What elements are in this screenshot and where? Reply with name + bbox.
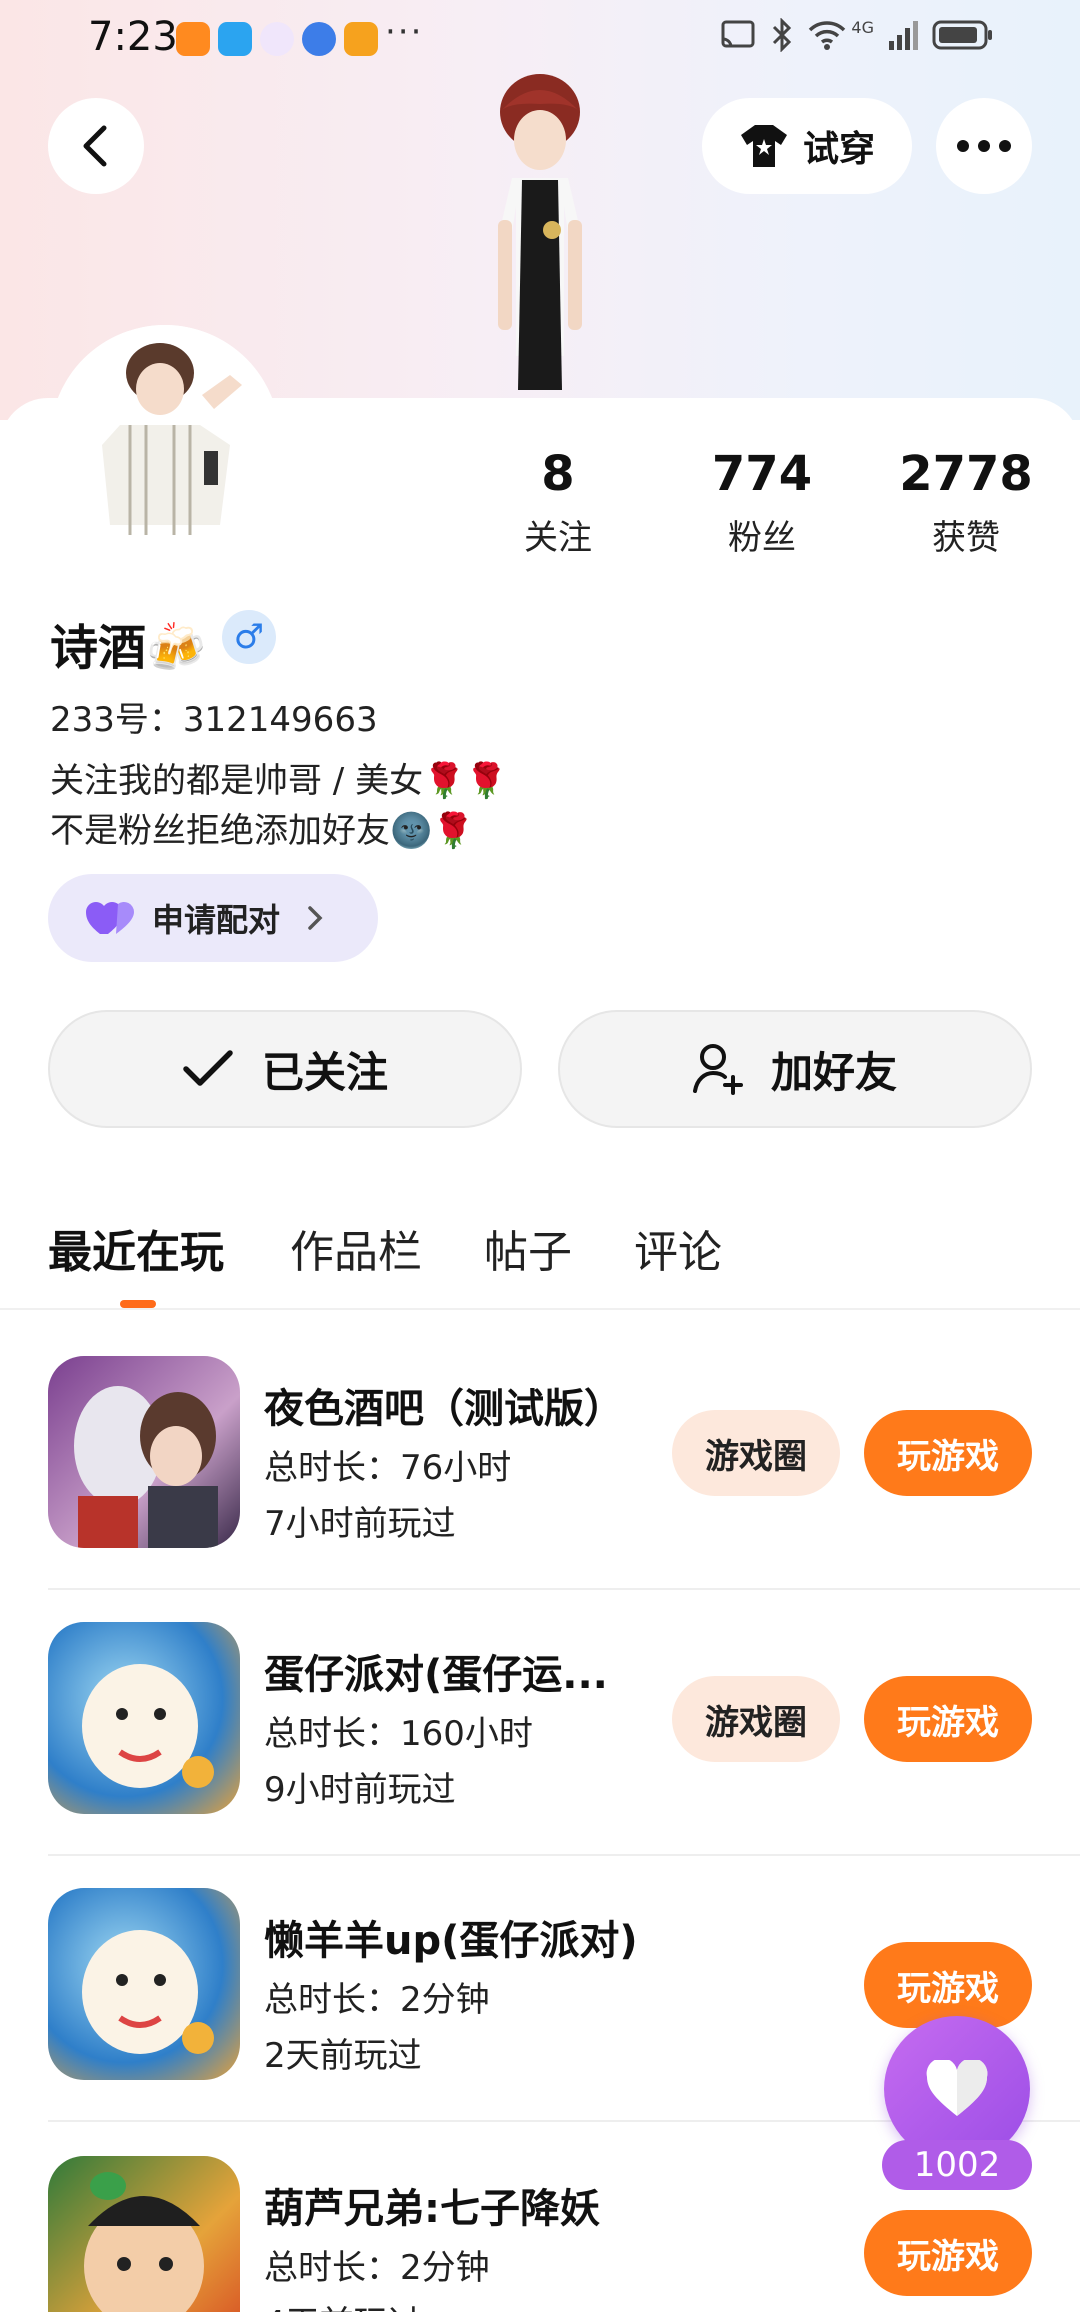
bio-line: 关注我的都是帅哥 / 美女🌹🌹 — [50, 761, 508, 801]
more-notifications-icon: ··· — [385, 12, 424, 52]
followed-label: 已关注 — [261, 1047, 388, 1097]
row-divider — [48, 1854, 1080, 1856]
stat-label: 粉丝 — [728, 518, 796, 558]
wifi-icon — [809, 21, 846, 50]
stat-likes[interactable]: 2778 获赞 — [886, 446, 1046, 559]
game-icon — [48, 1622, 240, 1814]
stat-value: 774 — [711, 446, 813, 502]
status-time: 7:23 — [88, 14, 178, 60]
game-icon — [48, 1888, 240, 2080]
more-options-button[interactable] — [936, 98, 1032, 194]
status-icons: 4G — [719, 18, 994, 52]
browser-notification-icon — [302, 22, 336, 56]
chevron-right-icon — [308, 906, 323, 930]
profile-name: 诗酒🍻 — [50, 620, 206, 676]
app-notification-icon — [344, 22, 378, 56]
game-last-played: 9小时前玩过 — [264, 1770, 456, 1810]
stat-value: 8 — [541, 446, 575, 502]
game-last-played: 2天前玩过 — [264, 2036, 422, 2076]
add-friend-button[interactable]: 加好友 — [558, 1010, 1032, 1128]
stat-label: 获赞 — [932, 518, 1000, 558]
game-duration: 总时长：2分钟 — [264, 1980, 490, 2020]
game-duration: 总时长：2分钟 — [264, 2248, 490, 2288]
game-list-item[interactable]: 蛋仔派对(蛋仔运... 总时长：160小时 9小时前玩过 游戏圈 玩游戏 — [0, 1622, 1080, 1888]
game-list-item[interactable]: 夜色酒吧（测试版） 总时长：76小时 7小时前玩过 游戏圈 玩游戏 — [0, 1356, 1080, 1622]
signal-icon — [889, 21, 918, 50]
game-circle-button[interactable]: 游戏圈 — [672, 1676, 840, 1762]
followed-button[interactable]: 已关注 — [48, 1010, 522, 1128]
game-icon — [48, 1356, 240, 1548]
gender-badge: ♂ — [222, 610, 276, 664]
app-notification-icon — [218, 22, 252, 56]
play-game-button[interactable]: 玩游戏 — [864, 2210, 1032, 2296]
stat-label: 关注 — [524, 518, 592, 558]
back-arrow-icon — [83, 125, 107, 167]
shirt-icon — [740, 125, 787, 167]
game-icon — [48, 2156, 240, 2312]
game-last-played: 4天前玩过 — [264, 2296, 422, 2312]
battery-icon — [932, 20, 992, 50]
back-button[interactable] — [48, 98, 144, 194]
stat-following[interactable]: 8 关注 — [478, 446, 638, 559]
active-tab-indicator — [120, 1300, 156, 1308]
like-count: 1002 — [882, 2140, 1032, 2190]
stat-value: 2778 — [899, 446, 1033, 502]
heart-icon — [926, 2060, 988, 2116]
row-divider — [48, 1588, 1080, 1590]
bluetooth-icon — [773, 18, 792, 52]
character-figure — [498, 74, 582, 390]
game-title: 夜色酒吧（测试版） — [264, 1386, 624, 1432]
game-title: 懒羊羊up(蛋仔派对) — [264, 1918, 638, 1964]
bio-line: 不是粉丝拒绝添加好友🌚🌹 — [50, 811, 475, 851]
avatar[interactable] — [50, 325, 280, 555]
music-notification-icon — [260, 22, 294, 56]
game-duration: 总时长：76小时 — [264, 1448, 512, 1488]
tabs-divider — [0, 1308, 1080, 1310]
tab-recently-played[interactable]: 最近在玩 — [48, 1216, 224, 1280]
tab-comments[interactable]: 评论 — [634, 1216, 722, 1280]
play-game-button[interactable]: 玩游戏 — [864, 1942, 1032, 2028]
cast-icon — [721, 20, 755, 48]
game-last-played: 7小时前玩过 — [264, 1504, 456, 1544]
check-icon — [183, 1050, 233, 1086]
network-label: 4G — [851, 17, 874, 37]
bio: 关注我的都是帅哥 / 美女🌹🌹 不是粉丝拒绝添加好友🌚🌹 — [50, 756, 508, 856]
tab-works[interactable]: 作品栏 — [290, 1216, 422, 1280]
try-on-label: 试穿 — [802, 129, 875, 170]
avatar-image — [50, 325, 280, 555]
game-duration: 总时长：160小时 — [264, 1714, 533, 1754]
play-game-button[interactable]: 玩游戏 — [864, 1676, 1032, 1762]
try-on-button[interactable]: 试穿 — [702, 98, 912, 194]
user-id: 233号：312149663 — [50, 700, 378, 740]
stat-followers[interactable]: 774 粉丝 — [682, 446, 842, 559]
more-horizontal-icon — [957, 140, 1011, 152]
game-circle-button[interactable]: 游戏圈 — [672, 1410, 840, 1496]
play-game-button[interactable]: 玩游戏 — [864, 1410, 1032, 1496]
tab-posts[interactable]: 帖子 — [484, 1216, 572, 1280]
app-notification-icon — [176, 22, 210, 56]
request-pair-button[interactable]: 申请配对 — [48, 874, 378, 962]
double-heart-icon — [86, 902, 134, 934]
add-user-icon — [692, 1044, 743, 1095]
game-title: 葫芦兄弟:七子降妖 — [264, 2186, 600, 2232]
request-pair-label: 申请配对 — [152, 901, 281, 939]
game-title: 蛋仔派对(蛋仔运... — [264, 1652, 608, 1698]
add-friend-label: 加好友 — [770, 1047, 897, 1097]
